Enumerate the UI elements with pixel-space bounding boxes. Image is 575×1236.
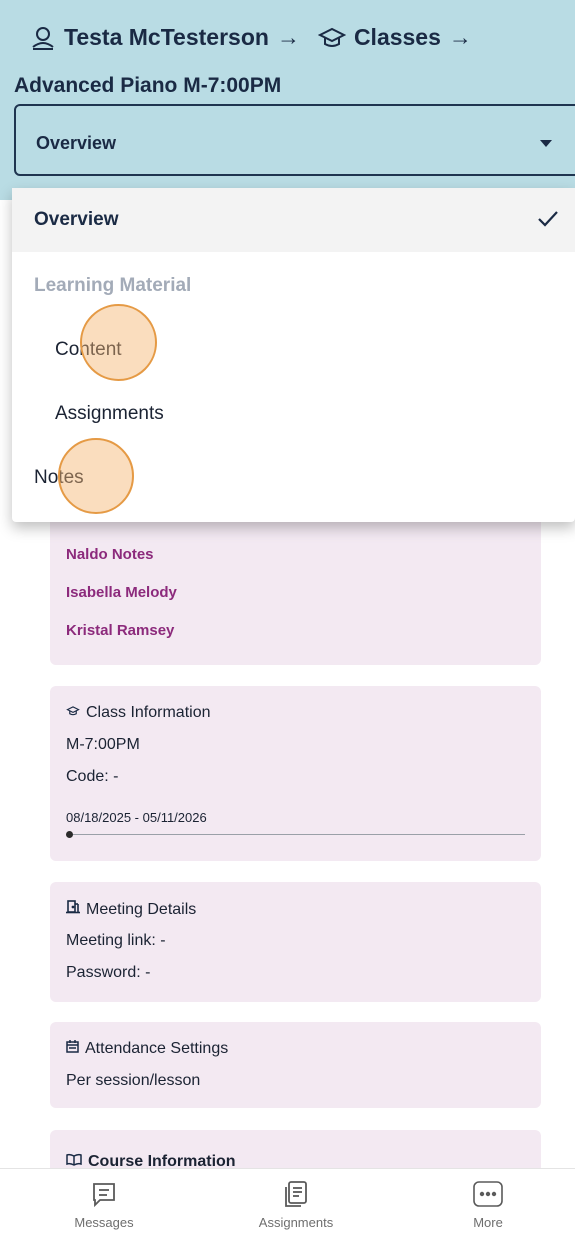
tap-indicator [58, 438, 134, 514]
message-icon [34, 1179, 174, 1209]
term-progress-marker [66, 831, 73, 838]
page-title: Advanced Piano M-7:00PM [14, 74, 282, 97]
calendar-icon [66, 1040, 79, 1058]
breadcrumb-classes[interactable]: Classes [354, 24, 441, 51]
nav-messages[interactable]: Messages [34, 1179, 174, 1230]
menu-item-label: Overview [34, 209, 119, 230]
card-title: Attendance Settings [66, 1040, 228, 1058]
meeting-password: Password: - [66, 964, 151, 981]
class-date-range: 08/18/2025 - 05/11/2026 [66, 810, 207, 825]
graduation-cap-icon [66, 704, 80, 722]
menu-group-label: Learning Material [34, 275, 192, 296]
teacher-link[interactable]: Kristal Ramsey [66, 622, 174, 639]
card-title-text: Class Information [86, 704, 211, 721]
nav-label: Messages [74, 1215, 134, 1230]
meeting-link: Meeting link: - [66, 932, 166, 949]
caret-down-icon [540, 140, 552, 147]
teacher-link[interactable]: Isabella Melody [66, 584, 177, 601]
attendance-settings-card: Attendance Settings Per session/lesson [50, 1022, 541, 1108]
breadcrumb-student[interactable]: Testa McTesterson [64, 24, 269, 51]
checkmark-icon [537, 210, 559, 233]
teacher-link[interactable]: Naldo Notes [66, 546, 154, 563]
menu-item-label: Assignments [55, 403, 164, 424]
nav-assignments[interactable]: Assignments [226, 1179, 366, 1230]
nav-more[interactable]: More [418, 1179, 558, 1230]
card-title: Class Information [66, 704, 211, 722]
card-title-text: Attendance Settings [85, 1040, 229, 1057]
nav-label: Assignments [258, 1215, 334, 1230]
teachers-card: Naldo Notes Isabella Melody Kristal Rams… [50, 500, 541, 665]
attendance-mode: Per session/lesson [66, 1072, 201, 1089]
term-progress-track [68, 834, 525, 835]
menu-group-learning-material: Learning Material [12, 254, 575, 318]
class-header: Testa McTesterson → Classes → Advanced P… [0, 0, 575, 200]
class-code: Code: - [66, 768, 119, 785]
user-icon [30, 25, 56, 51]
graduation-cap-icon [317, 25, 346, 51]
arrow-icon: → [448, 24, 472, 50]
meeting-room-icon [66, 900, 80, 919]
nav-label: More [473, 1215, 503, 1230]
view-select[interactable]: Overview [14, 104, 575, 176]
menu-item-overview[interactable]: Overview [12, 188, 575, 252]
class-information-card: Class Information M-7:00PM Code: - 08/18… [50, 686, 541, 861]
arrow-icon: → [276, 24, 300, 50]
meeting-details-card: Meeting Details Meeting link: - Password… [50, 882, 541, 1002]
class-schedule: M-7:00PM [66, 736, 140, 753]
view-select-value: Overview [36, 133, 117, 153]
tap-indicator [80, 304, 157, 381]
assignments-icon [226, 1179, 366, 1209]
card-title: Meeting Details [66, 900, 196, 919]
menu-item-assignments[interactable]: Assignments [12, 382, 575, 446]
card-title-text: Meeting Details [86, 900, 197, 918]
bottom-navigation: Messages Assignments More [0, 1168, 575, 1236]
more-icon [418, 1179, 558, 1209]
breadcrumb: Testa McTesterson → Classes → [30, 24, 472, 51]
